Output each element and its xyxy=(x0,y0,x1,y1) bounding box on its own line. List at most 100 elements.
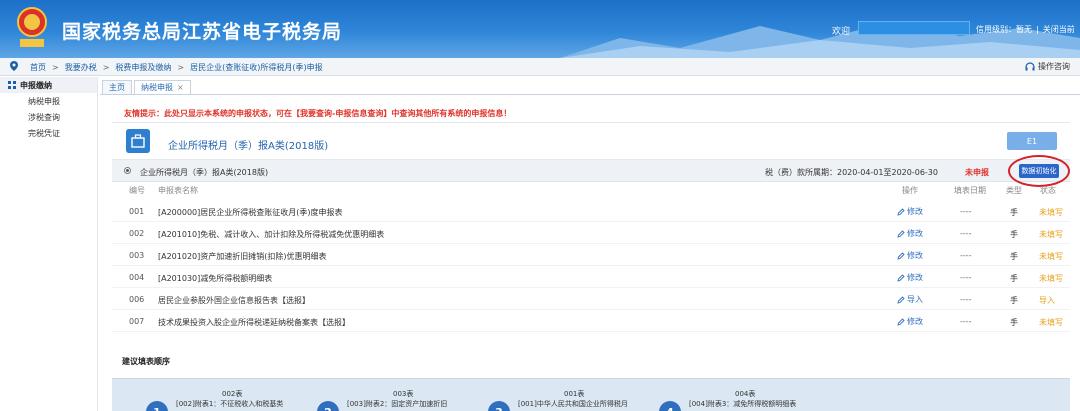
help-consult-label: 操作咨询 xyxy=(1038,62,1070,71)
row-op-label: 修改 xyxy=(907,207,923,216)
sidebar-header[interactable]: 申报缴纳 xyxy=(0,77,97,93)
table-row: 002 [A201010]免税、减计收入、加计扣除及所得税减免优惠明细表 修改 … xyxy=(112,222,1070,244)
step-code: 004表 xyxy=(735,390,756,398)
row-state: 导入 xyxy=(1039,296,1055,305)
step-desc: [002]附表1：不征税收入和税基类 xyxy=(176,400,284,408)
col-op: 操作 xyxy=(902,186,918,195)
row-no: 007 xyxy=(129,317,145,326)
row-type: 手 xyxy=(1010,230,1018,239)
form-group-name: 企业所得税月（季）报A类(2018版) xyxy=(140,168,269,177)
step-number: 1 xyxy=(146,401,168,411)
sidebar-item-tax-query[interactable]: 涉税查询 xyxy=(0,109,97,125)
top-action-button[interactable]: E1 xyxy=(1007,132,1057,150)
col-no: 编号 xyxy=(129,186,145,195)
row-op-label: 修改 xyxy=(907,273,923,282)
table-row: 001 [A200000]居民企业所得税查账征收月(季)度申报表 修改 ----… xyxy=(112,200,1070,222)
row-name[interactable]: [A201020]资产加速折旧摊销(扣除)优惠明细表 xyxy=(158,251,327,262)
pencil-icon xyxy=(897,207,905,216)
breadcrumb-home[interactable]: 首页 xyxy=(30,63,46,72)
row-edit-button[interactable]: 修改 xyxy=(897,272,923,283)
sidebar-title: 申报缴纳 xyxy=(20,80,52,90)
row-op-label: 修改 xyxy=(907,251,923,260)
col-name: 申报表名称 xyxy=(158,186,198,195)
sidebar-item-tax-declaration[interactable]: 纳税申报 xyxy=(0,93,97,109)
row-name[interactable]: 居民企业参股外国企业信息报告表【选报】 xyxy=(158,295,310,306)
form-briefcase-icon xyxy=(126,129,150,153)
row-state: 未填写 xyxy=(1039,252,1063,261)
form-title: 企业所得税月（季）报A类(2018版) xyxy=(168,141,329,152)
step-number: 2 xyxy=(317,401,339,411)
tax-period: 税（费）款所属期：2020-04-01至2020-06-30 xyxy=(765,168,938,177)
pencil-icon xyxy=(897,251,905,260)
help-consult-button[interactable]: 操作咨询 xyxy=(1025,61,1070,72)
site-header: 国家税务总局江苏省电子税务局 欢迎 信用级别：暂无 | 关闭当前 xyxy=(0,0,1080,58)
col-type: 类型 xyxy=(1006,186,1022,195)
headset-icon xyxy=(1025,61,1035,70)
location-pin-icon xyxy=(10,61,18,71)
row-edit-button[interactable]: 修改 xyxy=(897,316,923,327)
breadcrumb-current: 居民企业(查账征收)所得税月(季)申报 xyxy=(190,63,323,72)
welcome-text: 欢迎 xyxy=(832,27,851,37)
row-name[interactable]: [A201010]免税、减计收入、加计扣除及所得税减免优惠明细表 xyxy=(158,229,384,240)
sidebar: 申报缴纳 纳税申报 涉税查询 完税凭证 xyxy=(0,77,98,411)
row-state: 未填写 xyxy=(1039,208,1063,217)
suggest-order-title: 建议填表顺序 xyxy=(122,357,170,366)
row-name[interactable]: 技术成果投资入股企业所得税递延纳税备案表【选报】 xyxy=(158,317,350,328)
row-name[interactable]: [A201030]减免所得税额明细表 xyxy=(158,273,272,284)
pencil-icon xyxy=(897,317,905,326)
row-state: 未填写 xyxy=(1039,318,1063,327)
row-date: ---- xyxy=(960,251,972,260)
row-type: 手 xyxy=(1010,208,1018,217)
row-op-label: 修改 xyxy=(907,317,923,326)
row-import-button[interactable]: 导入 xyxy=(897,294,923,305)
row-type: 手 xyxy=(1010,318,1018,327)
row-no: 004 xyxy=(129,273,145,282)
tab-home[interactable]: 主页 xyxy=(102,80,132,94)
row-op-label: 修改 xyxy=(907,229,923,238)
table-row: 006 居民企业参股外国企业信息报告表【选报】 导入 ---- 手 导入 xyxy=(112,288,1070,310)
col-date: 填表日期 xyxy=(954,186,986,195)
form-group-row: 企业所得税月（季）报A类(2018版) 税（费）款所属期：2020-04-01至… xyxy=(112,155,1070,187)
user-name-box xyxy=(858,21,970,35)
table-row: 003 [A201020]资产加速折旧摊销(扣除)优惠明细表 修改 ---- 手… xyxy=(112,244,1070,266)
row-no: 003 xyxy=(129,251,145,260)
row-edit-button[interactable]: 修改 xyxy=(897,228,923,239)
close-icon[interactable]: × xyxy=(177,83,184,92)
step-code: 003表 xyxy=(393,390,414,398)
tab-divider xyxy=(100,94,1080,95)
row-date: ---- xyxy=(960,295,972,304)
breadcrumb-tax-services[interactable]: 我要办税 xyxy=(65,63,97,72)
row-no: 001 xyxy=(129,207,145,216)
col-state: 状态 xyxy=(1040,186,1056,195)
row-edit-button[interactable]: 修改 xyxy=(897,250,923,261)
tab-home-label: 主页 xyxy=(109,83,125,92)
row-name[interactable]: [A200000]居民企业所得税查账征收月(季)度申报表 xyxy=(158,207,343,218)
close-current-link[interactable]: 关闭当前 xyxy=(1043,25,1075,34)
step-desc: [003]附表2：固定资产加速折旧 xyxy=(347,400,448,408)
highlight-circle xyxy=(1008,155,1070,187)
notice-banner: 友情提示：此处只显示本系统的申报状态，可在【我要查询-申报信息查询】中查询其他所… xyxy=(124,109,512,118)
step-number: 3 xyxy=(488,401,510,411)
row-date: ---- xyxy=(960,317,972,326)
breadcrumb-items: 首页 > 我要办税 > 税费申报及缴纳 > 居民企业(查账征收)所得税月(季)申报 xyxy=(30,63,323,72)
step-desc: [001]中华人民共和国企业所得税月 xyxy=(518,400,628,408)
step-code: 001表 xyxy=(564,390,585,398)
table-row: 007 技术成果投资入股企业所得税递延纳税备案表【选报】 修改 ---- 手 未… xyxy=(112,310,1070,332)
pencil-icon xyxy=(897,229,905,238)
row-type: 手 xyxy=(1010,274,1018,283)
breadcrumb-declaration[interactable]: 税费申报及缴纳 xyxy=(115,63,171,72)
row-date: ---- xyxy=(960,273,972,282)
row-state: 未填写 xyxy=(1039,230,1063,239)
row-op-label: 导入 xyxy=(907,295,923,304)
declaration-status: 未申报 xyxy=(965,168,989,177)
sidebar-item-tax-certificate[interactable]: 完税凭证 xyxy=(0,125,97,141)
tab-tax-declaration[interactable]: 纳税申报 × xyxy=(134,80,191,94)
form-group-radio[interactable] xyxy=(124,167,131,174)
pencil-icon xyxy=(897,273,905,282)
row-edit-button[interactable]: 修改 xyxy=(897,206,923,217)
breadcrumb: 首页 > 我要办税 > 税费申报及缴纳 > 居民企业(查账征收)所得税月(季)申报 操作咨询 xyxy=(0,58,1080,76)
table-row: 004 [A201030]减免所得税额明细表 修改 ---- 手 未填写 xyxy=(112,266,1070,288)
row-type: 手 xyxy=(1010,296,1018,305)
step-desc: [004]附表3：减免所得税额明细表 xyxy=(689,400,797,408)
row-type: 手 xyxy=(1010,252,1018,261)
